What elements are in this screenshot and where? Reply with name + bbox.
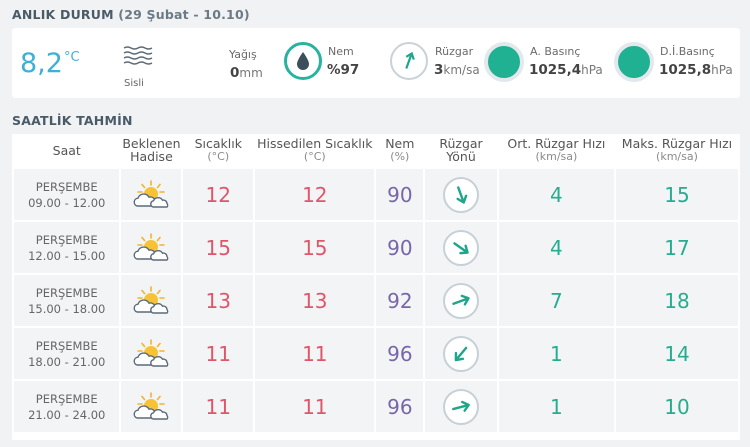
forecast-temp: 12 xyxy=(183,169,254,220)
wind-arrow-icon xyxy=(443,229,480,266)
wind-value: 3km/sa xyxy=(434,62,480,78)
forecast-day: PERŞEMBE xyxy=(35,285,98,300)
forecast-avg-wind: 7 xyxy=(498,275,614,326)
humidity-label: Nem xyxy=(328,45,354,58)
forecast-event-cell xyxy=(121,381,182,432)
forecast-event-cell xyxy=(121,328,182,379)
forecast-time-cell: PERŞEMBE 12.00 - 15.00 xyxy=(14,222,120,273)
col-header-event: Beklenen Hadise xyxy=(121,136,182,167)
forecast-row: PERŞEMBE 12.00 - 15.00 15 15 90 4 17 xyxy=(14,222,738,273)
wind-label: Rüzgar xyxy=(435,45,474,58)
forecast-row: PERŞEMBE 18.00 - 21.00 11 11 96 1 14 xyxy=(14,328,738,379)
pressure-label: A. Basınç xyxy=(530,45,581,58)
forecast-feels-like: 11 xyxy=(255,381,375,432)
forecast-avg-wind: 1 xyxy=(498,381,614,432)
forecast-avg-wind: 1 xyxy=(498,328,614,379)
col-header-humidity: Nem (%) xyxy=(376,136,424,167)
forecast-feels-like: 13 xyxy=(255,275,375,326)
forecast-wind-dir-cell xyxy=(425,381,497,432)
forecast-time-range: 18.00 - 21.00 xyxy=(28,354,106,369)
forecast-temp: 11 xyxy=(183,381,254,432)
forecast-time-cell: PERŞEMBE 15.00 - 18.00 xyxy=(14,275,120,326)
forecast-time-range: 09.00 - 12.00 xyxy=(28,195,106,210)
forecast-max-wind: 17 xyxy=(615,222,738,273)
forecast-table-container: Saat Beklenen Hadise Sıcaklık (°C) Hissedi… xyxy=(12,134,740,440)
precip-value: 0mm xyxy=(230,65,263,81)
forecast-header-row: Saat Beklenen Hadise Sıcaklık (°C) Hissedi… xyxy=(14,136,738,167)
forecast-day: PERŞEMBE xyxy=(35,232,98,247)
current-conditions-panel: 8,2°C Sisli Yağış 0mm Nem %97 Rüzgar 3km… xyxy=(12,28,740,98)
partly-cloudy-icon xyxy=(133,179,169,208)
forecast-time-range: 15.00 - 18.00 xyxy=(28,301,106,316)
sea-pressure-label: D.İ.Basınç xyxy=(660,45,715,58)
forecast-temp: 11 xyxy=(183,328,254,379)
forecast-table: Saat Beklenen Hadise Sıcaklık (°C) Hissedi… xyxy=(12,134,740,434)
forecast-day: PERŞEMBE xyxy=(35,391,98,406)
forecast-feels-like: 11 xyxy=(255,328,375,379)
forecast-temp: 15 xyxy=(183,222,254,273)
forecast-avg-wind: 4 xyxy=(498,169,614,220)
col-header-wind-dir: Rüzgar Yönü xyxy=(425,136,497,167)
forecast-wind-dir-cell xyxy=(425,328,497,379)
forecast-wind-dir-cell xyxy=(425,169,497,220)
partly-cloudy-icon xyxy=(133,285,169,314)
wind-direction-icon xyxy=(390,42,428,80)
wind-arrow-icon xyxy=(443,388,480,425)
forecast-time-cell: PERŞEMBE 18.00 - 21.00 xyxy=(14,328,120,379)
forecast-time-range: 21.00 - 24.00 xyxy=(28,407,106,422)
forecast-event-cell xyxy=(121,275,182,326)
forecast-time-cell: PERŞEMBE 21.00 - 24.00 xyxy=(14,381,120,432)
condition-label: Sisli xyxy=(124,78,144,89)
wind-arrow-icon xyxy=(443,282,480,319)
sea-pressure-value: 1025,8hPa xyxy=(659,62,733,78)
pressure-icon xyxy=(484,42,524,82)
forecast-event-cell xyxy=(121,169,182,220)
forecast-humidity: 90 xyxy=(376,222,424,273)
forecast-time-cell: PERŞEMBE 09.00 - 12.00 xyxy=(14,169,120,220)
wind-arrow-icon xyxy=(443,335,480,372)
partly-cloudy-icon xyxy=(133,232,169,261)
col-header-temp: Sıcaklık (°C) xyxy=(183,136,254,167)
forecast-feels-like: 12 xyxy=(255,169,375,220)
forecast-max-wind: 18 xyxy=(615,275,738,326)
forecast-humidity: 96 xyxy=(376,381,424,432)
forecast-event-cell xyxy=(121,222,182,273)
humidity-value: %97 xyxy=(327,62,360,78)
current-temperature: 8,2°C xyxy=(20,48,80,79)
forecast-day: PERŞEMBE xyxy=(35,338,98,353)
forecast-max-wind: 10 xyxy=(615,381,738,432)
current-title: ANLIK DURUM xyxy=(12,7,114,22)
forecast-wind-dir-cell xyxy=(425,275,497,326)
partly-cloudy-icon xyxy=(133,338,169,367)
col-header-feels: Hissedilen Sıcaklık (°C) xyxy=(255,136,375,167)
forecast-max-wind: 15 xyxy=(615,169,738,220)
col-header-avg-wind: Ort. Rüzgar Hızı (km/sa) xyxy=(498,136,614,167)
forecast-avg-wind: 4 xyxy=(498,222,614,273)
precip-label: Yağış xyxy=(229,48,257,61)
col-header-max-wind: Maks. Rüzgar Hızı (km/sa) xyxy=(615,136,738,167)
forecast-day: PERŞEMBE xyxy=(35,179,98,194)
col-header-time: Saat xyxy=(14,136,120,167)
forecast-max-wind: 14 xyxy=(615,328,738,379)
fog-icon xyxy=(123,46,153,65)
forecast-temp: 13 xyxy=(183,275,254,326)
forecast-humidity: 90 xyxy=(376,169,424,220)
forecast-wind-dir-cell xyxy=(425,222,497,273)
forecast-feels-like: 15 xyxy=(255,222,375,273)
pressure-value: 1025,4hPa xyxy=(529,62,603,78)
forecast-row: PERŞEMBE 15.00 - 18.00 13 13 92 7 18 xyxy=(14,275,738,326)
forecast-section-title: SAATLİK TAHMİN xyxy=(12,113,133,128)
forecast-time-range: 12.00 - 15.00 xyxy=(28,248,106,263)
forecast-row: PERŞEMBE 21.00 - 24.00 11 11 96 1 10 xyxy=(14,381,738,432)
current-datetime: (29 Şubat - 10.10) xyxy=(118,7,250,22)
forecast-humidity: 92 xyxy=(376,275,424,326)
forecast-humidity: 96 xyxy=(376,328,424,379)
sea-pressure-icon xyxy=(614,42,654,82)
forecast-row: PERŞEMBE 09.00 - 12.00 12 12 90 4 15 xyxy=(14,169,738,220)
wind-arrow-icon xyxy=(443,176,480,213)
temperature-unit: °C xyxy=(63,50,80,65)
humidity-icon xyxy=(284,42,322,80)
partly-cloudy-icon xyxy=(133,391,169,420)
current-section-title: ANLIK DURUM (29 Şubat - 10.10) xyxy=(12,7,250,22)
